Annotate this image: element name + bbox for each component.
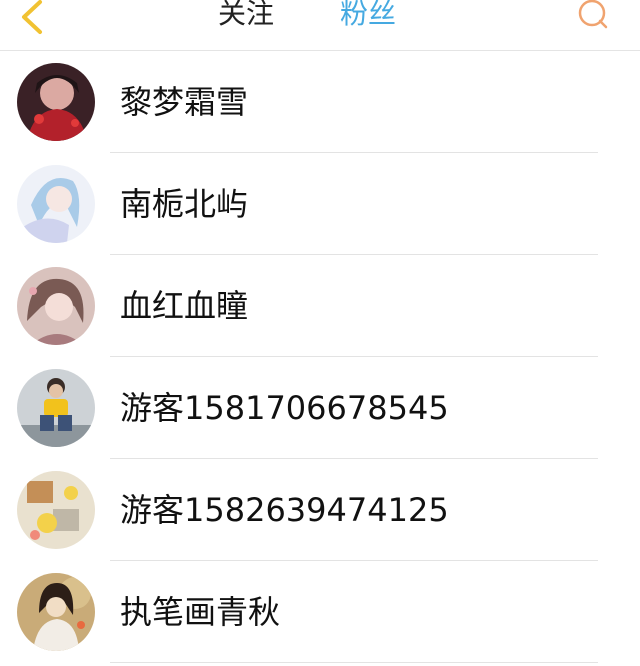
- chevron-left-icon: [22, 0, 42, 34]
- avatar: [17, 165, 95, 243]
- row-divider: [110, 662, 598, 663]
- fan-name: 血红血瞳: [120, 287, 249, 325]
- fan-list-item[interactable]: 血红血瞳: [0, 255, 640, 357]
- avatar: [17, 267, 95, 345]
- fan-name: 游客1581706678545: [120, 389, 449, 427]
- fan-list-item[interactable]: 执笔画青秋: [0, 561, 640, 663]
- avatar: [17, 471, 95, 549]
- tab-fans[interactable]: 粉丝: [340, 0, 396, 34]
- fan-list-item[interactable]: 南栀北屿: [0, 153, 640, 255]
- search-button[interactable]: [572, 0, 612, 34]
- avatar: [17, 573, 95, 651]
- top-nav-bar: 关注 粉丝: [0, 0, 640, 51]
- fan-list-item[interactable]: 游客1582639474125: [0, 459, 640, 561]
- fan-name: 执笔画青秋: [120, 593, 281, 631]
- fan-name: 游客1582639474125: [120, 491, 449, 529]
- back-button[interactable]: [14, 0, 54, 36]
- tab-following[interactable]: 关注: [218, 0, 274, 34]
- fans-list: 黎梦霜雪 南栀北屿 血红血瞳 游客1581706678545 游客1582639…: [0, 51, 640, 663]
- avatar: [17, 63, 95, 141]
- fan-list-item[interactable]: 游客1581706678545: [0, 357, 640, 459]
- search-icon: [578, 0, 608, 29]
- avatar: [17, 369, 95, 447]
- fan-name: 南栀北屿: [120, 185, 249, 223]
- fan-name: 黎梦霜雪: [120, 83, 249, 121]
- fan-list-item[interactable]: 黎梦霜雪: [0, 51, 640, 153]
